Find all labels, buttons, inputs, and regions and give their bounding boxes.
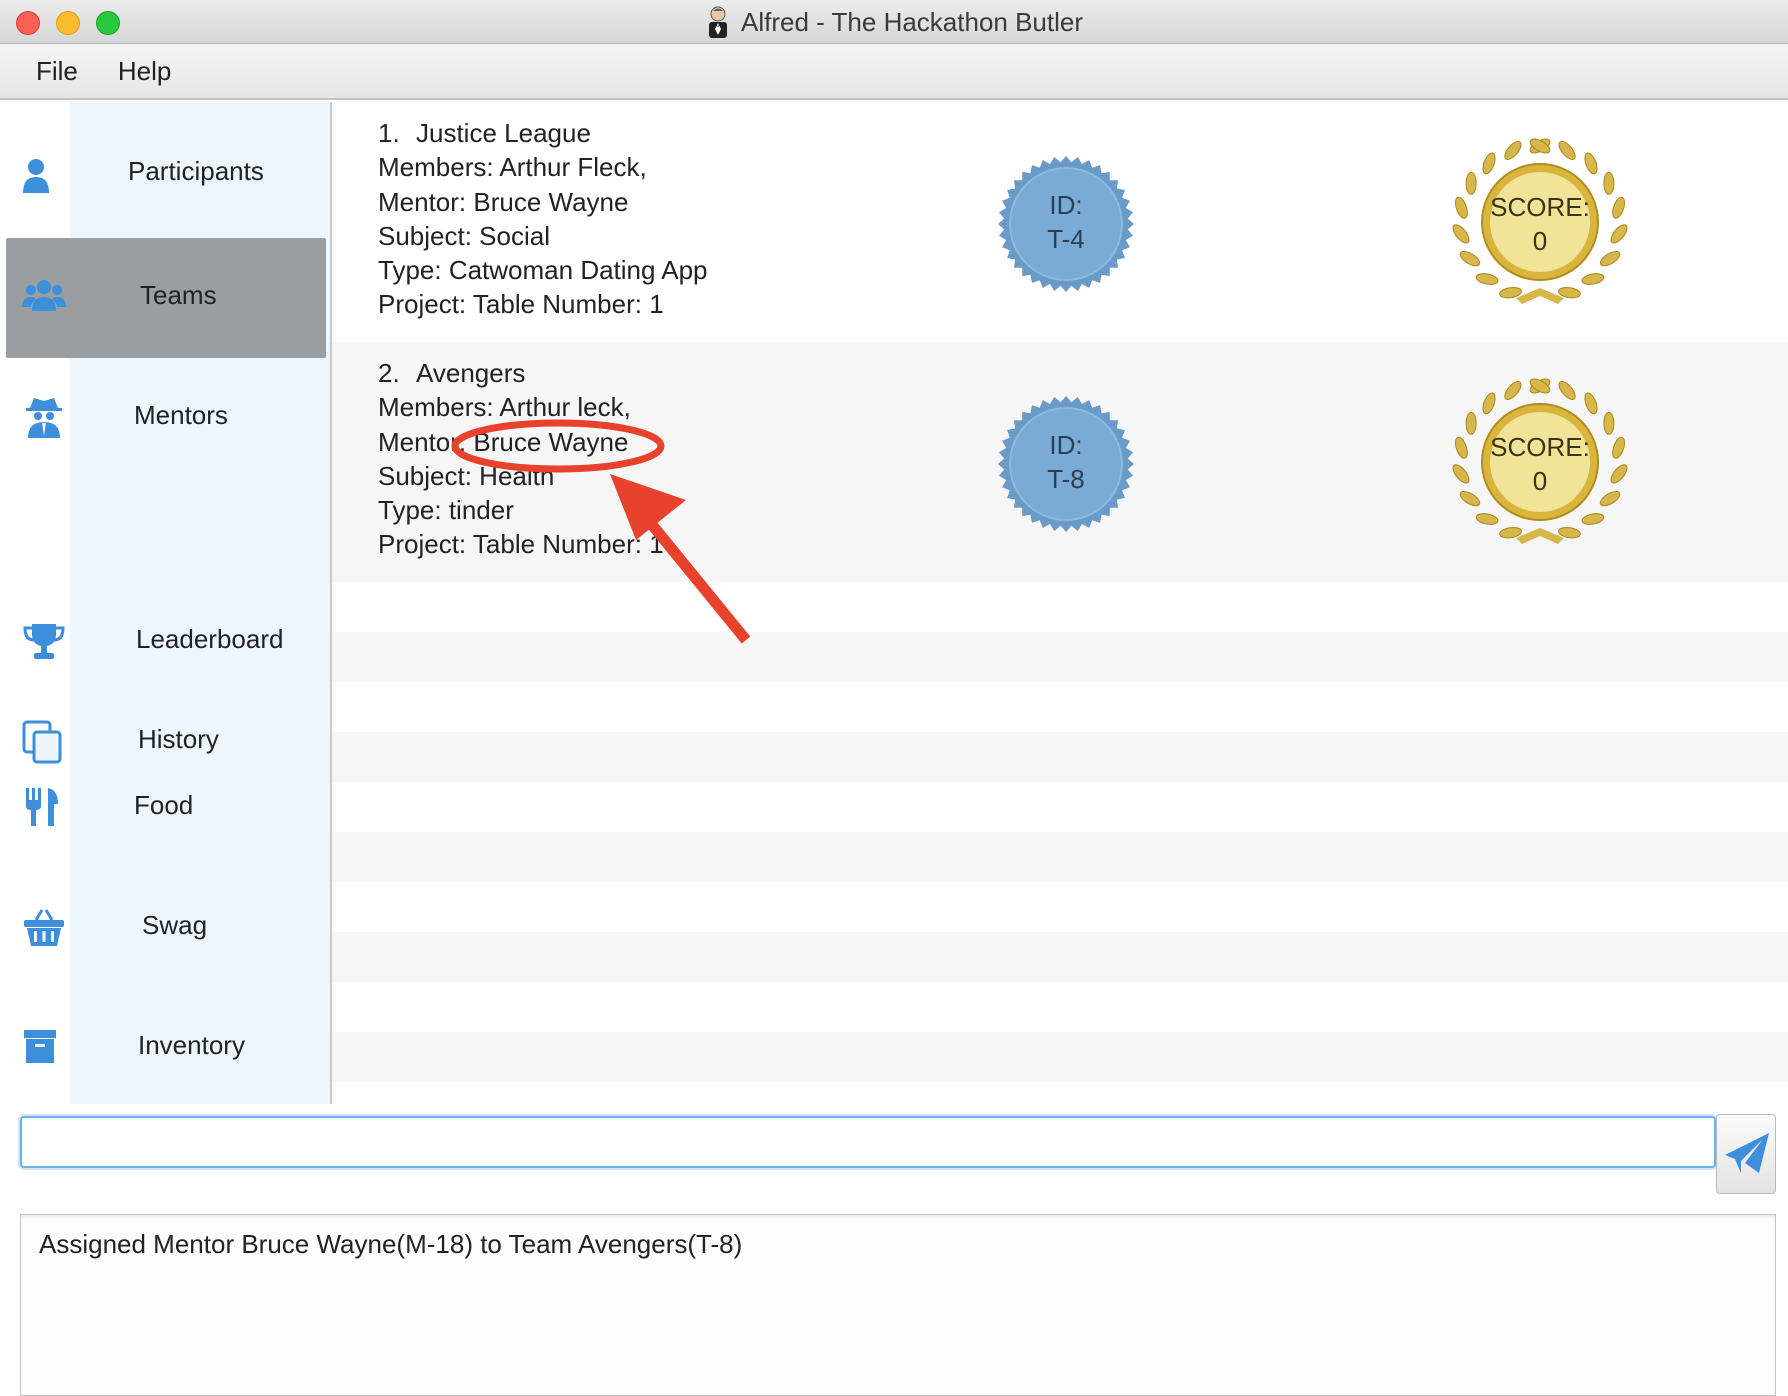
- person-icon: [20, 157, 64, 201]
- send-button[interactable]: [1716, 1114, 1776, 1194]
- result-display: Assigned Mentor Bruce Wayne(M-18) to Tea…: [20, 1214, 1776, 1396]
- team-subject: Subject: Health: [378, 460, 555, 491]
- team-score: 0: [1532, 226, 1548, 256]
- team-subject: Subject: Social: [378, 220, 550, 251]
- sidebar-item-leaderboard[interactable]: Leaderboard: [6, 582, 326, 702]
- sidebar-item-inventory[interactable]: Inventory: [6, 984, 326, 1104]
- team-card[interactable]: 2. Avengers Members: Arthur leck, Mentor:…: [332, 342, 1788, 582]
- sidebar-item-swag[interactable]: Swag: [6, 864, 326, 984]
- sidebar-item-food[interactable]: Food: [6, 778, 326, 858]
- copy-icon: [22, 720, 66, 764]
- team-project: Project: Table Number: 1: [378, 289, 664, 320]
- team-mentor: Mentor: Bruce Wayne: [378, 186, 629, 217]
- sidebar-item-label: Swag: [142, 910, 208, 940]
- sidebar: Participants Teams Mentors Leaderboard H…: [0, 102, 331, 1104]
- team-card[interactable]: 1. Justice League Members: Arthur Fleck, …: [332, 102, 1788, 342]
- sidebar-item-label: Teams: [140, 280, 217, 310]
- sidebar-item-label: Food: [134, 790, 194, 820]
- team-project: Project: Table Number: 1: [378, 529, 664, 560]
- team-type: Type: tinder: [378, 495, 514, 526]
- team-members: Members: Arthur leck,: [378, 392, 631, 423]
- spy-icon: [22, 396, 66, 440]
- sidebar-item-participants[interactable]: Participants: [6, 106, 326, 226]
- id-badge: ID: T-8: [996, 394, 1136, 534]
- window-title: Alfred - The Hackathon Butler: [740, 6, 1084, 37]
- sidebar-item-label: Mentors: [134, 400, 228, 430]
- team-score: 0: [1532, 466, 1548, 496]
- team-list[interactable]: 1. Justice League Members: Arthur Fleck, …: [332, 102, 1788, 1104]
- score-label: SCORE:: [1490, 192, 1590, 222]
- group-icon: [22, 275, 66, 319]
- team-members: Members: Arthur Fleck,: [378, 152, 647, 183]
- team-id: T-8: [1047, 464, 1085, 494]
- team-type: Type: Catwoman Dating App: [378, 255, 708, 286]
- title-bar: Alfred - The Hackathon Butler: [0, 0, 1788, 44]
- team-details: 1. Justice League Members: Arthur Fleck, …: [378, 116, 708, 322]
- team-index: 2.: [378, 358, 400, 388]
- butler-icon: [705, 5, 731, 39]
- basket-icon: [22, 906, 66, 950]
- team-mentor: Mentor: Bruce Wayne: [378, 426, 629, 457]
- score-label: SCORE:: [1490, 432, 1590, 462]
- id-label: ID:: [1049, 190, 1083, 220]
- score-medal: SCORE: 0: [1446, 378, 1634, 548]
- team-id: T-4: [1047, 224, 1085, 254]
- sidebar-item-label: Leaderboard: [136, 624, 284, 654]
- id-label: ID:: [1049, 430, 1083, 460]
- command-input[interactable]: [20, 1116, 1716, 1168]
- laurel-medal-icon: [1452, 378, 1628, 544]
- menu-file[interactable]: File: [18, 56, 96, 87]
- menu-help[interactable]: Help: [100, 56, 189, 87]
- score-medal: SCORE: 0: [1446, 138, 1634, 308]
- team-index: 1.: [378, 118, 400, 148]
- paper-plane-icon: [1725, 1133, 1769, 1173]
- laurel-medal-icon: [1452, 138, 1628, 304]
- menu-bar: File Help: [0, 44, 1788, 100]
- sidebar-item-label: Participants: [128, 156, 264, 186]
- utensils-icon: [22, 786, 66, 830]
- team-details: 2. Avengers Members: Arthur leck, Mentor:…: [378, 356, 664, 562]
- id-badge: ID: T-4: [996, 154, 1136, 294]
- sidebar-item-mentors[interactable]: Mentors: [6, 358, 326, 478]
- archive-icon: [22, 1026, 66, 1070]
- team-name: Justice League: [416, 118, 591, 148]
- sidebar-item-history[interactable]: History: [6, 706, 326, 778]
- sidebar-item-teams[interactable]: Teams: [6, 238, 326, 358]
- team-name: Avengers: [416, 358, 526, 388]
- trophy-icon: [22, 620, 66, 664]
- sidebar-item-label: History: [138, 724, 219, 754]
- sidebar-item-label: Inventory: [138, 1030, 245, 1060]
- result-text: Assigned Mentor Bruce Wayne(M-18) to Tea…: [39, 1229, 743, 1259]
